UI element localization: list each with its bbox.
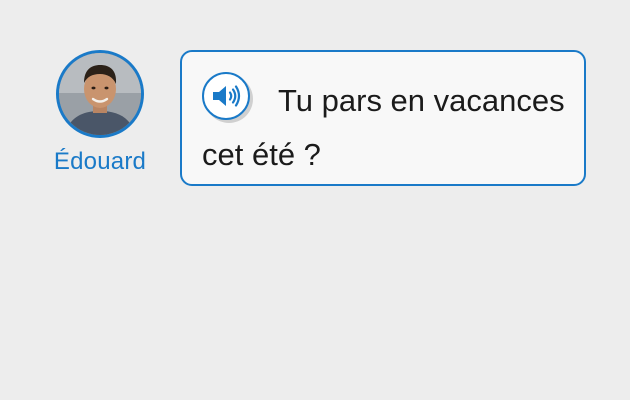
bubble-text: Tu pars en vacances cet été ? — [202, 83, 565, 172]
avatar-photo — [59, 53, 141, 135]
speech-bubble: Tu pars en vacances cet été ? — [180, 50, 586, 186]
speaker-name: Édouard — [53, 148, 147, 175]
dialogue-screen: Édouard Tu pars en vacances cet été ? — [0, 0, 630, 400]
play-audio-button[interactable] — [202, 72, 250, 120]
speaker-volume-icon — [213, 85, 241, 107]
avatar — [56, 50, 144, 138]
speaker: Édouard — [44, 50, 156, 176]
